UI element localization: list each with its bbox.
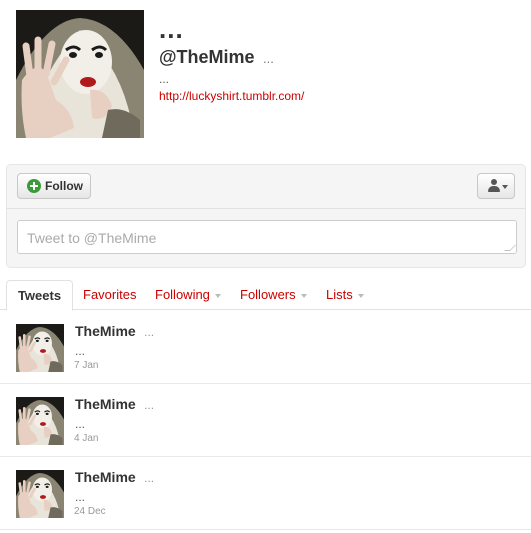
tweet-item[interactable]: TheMime ... ... 24 Dec xyxy=(0,457,531,530)
plus-circle-icon xyxy=(27,179,41,193)
chevron-down-icon xyxy=(300,293,307,298)
tweet-name-row: TheMime ... xyxy=(75,322,154,341)
profile-avatar[interactable] xyxy=(16,10,144,138)
person-icon xyxy=(487,179,501,193)
tab-label: Tweets xyxy=(17,288,62,303)
tab-label: Followers xyxy=(240,287,296,302)
tweet-author-name[interactable]: TheMime xyxy=(75,396,136,412)
tab-lists[interactable]: Lists xyxy=(326,280,364,310)
tweet-author-extra: ... xyxy=(144,325,155,339)
action-row: Follow xyxy=(7,165,525,209)
tweet-name-row: TheMime ... xyxy=(75,395,154,414)
profile-handle-row: @TheMime ... xyxy=(159,47,274,69)
tab-followers[interactable]: Followers xyxy=(240,280,307,310)
tab-favorites[interactable]: Favorites xyxy=(83,280,136,310)
profile-url-link[interactable]: http://luckyshirt.tumblr.com/ xyxy=(159,89,304,103)
profile-handle: @TheMime xyxy=(159,47,255,67)
profile-handle-extra: ... xyxy=(263,51,274,66)
tab-label: Lists xyxy=(326,287,353,302)
profile-bio: ... xyxy=(159,72,170,86)
tab-label: Favorites xyxy=(83,287,137,302)
tweet-timestamp[interactable]: 24 Dec xyxy=(74,505,106,519)
mime-avatar-icon xyxy=(16,10,144,138)
tweet-item[interactable]: TheMime ... ... 7 Jan xyxy=(0,311,531,384)
tweet-avatar[interactable] xyxy=(16,397,64,445)
mime-avatar-icon xyxy=(16,470,64,518)
chevron-down-icon xyxy=(214,293,221,298)
tweet-author-name[interactable]: TheMime xyxy=(75,469,136,485)
tab-bar: Tweets Favorites Following Followers Lis… xyxy=(0,280,531,311)
tab-tweets[interactable]: Tweets xyxy=(6,280,73,311)
tab-label: Following xyxy=(155,287,210,302)
tweet-text: ... xyxy=(75,417,86,431)
tweet-text: ... xyxy=(75,490,86,504)
user-actions-button[interactable] xyxy=(477,173,515,199)
chevron-down-icon xyxy=(502,185,508,189)
tweet-author-extra: ... xyxy=(144,398,155,412)
mime-avatar-icon xyxy=(16,324,64,372)
tweet-avatar[interactable] xyxy=(16,470,64,518)
profile-name: ... xyxy=(159,14,184,44)
tweet-avatar[interactable] xyxy=(16,324,64,372)
mime-avatar-icon xyxy=(16,397,64,445)
action-box: Follow xyxy=(6,164,526,268)
follow-label: Follow xyxy=(45,179,83,193)
tweet-item[interactable]: TheMime ... ... 4 Jan xyxy=(0,384,531,457)
tweet-name-row: TheMime ... xyxy=(75,468,154,487)
tab-following[interactable]: Following xyxy=(155,280,221,310)
tweet-input[interactable] xyxy=(17,220,517,254)
tweet-author-extra: ... xyxy=(144,471,155,485)
tweet-timestamp[interactable]: 4 Jan xyxy=(74,432,98,446)
follow-button[interactable]: Follow xyxy=(17,173,91,199)
tweet-author-name[interactable]: TheMime xyxy=(75,323,136,339)
tweet-timestamp[interactable]: 7 Jan xyxy=(74,359,98,373)
chevron-down-icon xyxy=(357,293,364,298)
tweet-text: ... xyxy=(75,344,86,358)
